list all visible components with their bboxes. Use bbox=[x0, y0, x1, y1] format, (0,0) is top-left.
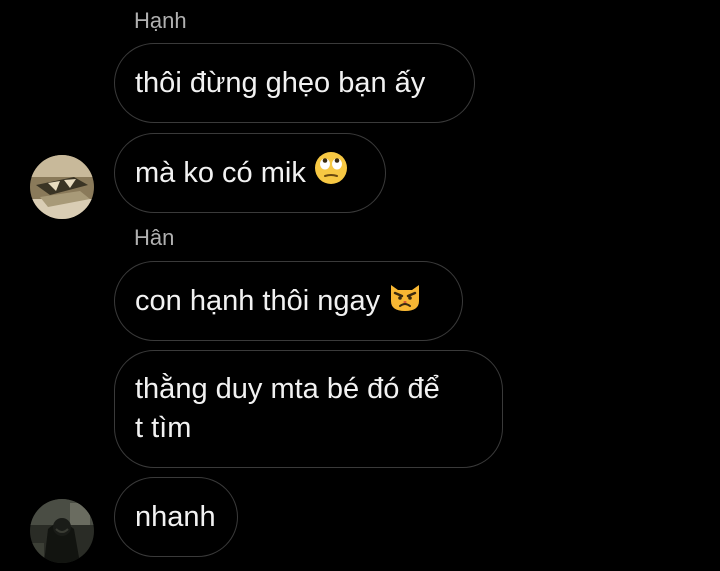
message-bubble[interactable]: mà ko có mik bbox=[114, 133, 386, 213]
message-bubble[interactable]: thôi đừng ghẹo bạn ấy bbox=[114, 43, 475, 123]
message-text: nhanh bbox=[135, 500, 216, 533]
message-text: mà ko có mik bbox=[135, 156, 306, 189]
message-text: thằng duy mta bé đó để t tìm bbox=[135, 373, 440, 444]
message-bubble[interactable]: nhanh bbox=[114, 477, 238, 557]
pouting-cat-icon bbox=[388, 279, 422, 324]
message-bubble[interactable]: con hạnh thôi ngay bbox=[114, 261, 463, 341]
face-with-rolling-eyes-icon bbox=[314, 151, 348, 196]
avatar[interactable] bbox=[30, 499, 94, 563]
message-text: thôi đừng ghẹo bạn ấy bbox=[135, 66, 426, 99]
message-text: con hạnh thôi ngay bbox=[135, 284, 381, 317]
avatar[interactable] bbox=[30, 155, 94, 219]
sender-name-hanh: Hạnh bbox=[134, 8, 187, 33]
sender-name-han: Hân bbox=[134, 225, 175, 250]
message-bubble[interactable]: thằng duy mta bé đó để t tìm bbox=[114, 350, 503, 468]
